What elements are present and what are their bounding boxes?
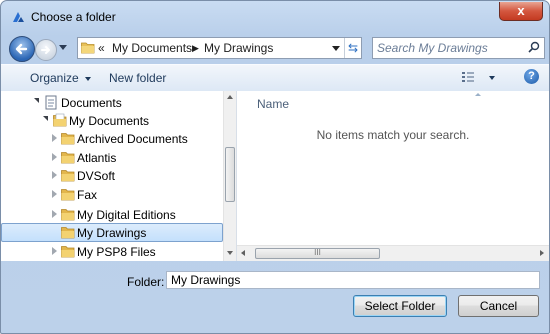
folder-icon (61, 189, 75, 201)
tree-item-fax[interactable]: Fax (1, 185, 223, 204)
folder-icon (61, 152, 75, 164)
search-box (372, 37, 545, 59)
help-button[interactable]: ? (524, 69, 539, 84)
forward-button[interactable] (35, 39, 57, 61)
sort-arrow-icon (475, 93, 481, 96)
tree-item-label: My Digital Editions (77, 208, 176, 222)
scroll-right-arrow-icon[interactable] (540, 250, 544, 256)
search-icon[interactable] (528, 41, 540, 53)
arrow-left-icon (15, 43, 28, 55)
expand-arrow-icon[interactable] (52, 190, 57, 198)
view-dropdown-arrow[interactable] (489, 76, 495, 80)
tree-item-label: DVSoft (77, 169, 116, 183)
folder-icon (61, 227, 75, 239)
empty-message: No items match your search. (316, 128, 470, 142)
folder-icon (61, 170, 75, 182)
scroll-up-arrow-icon[interactable] (227, 95, 233, 99)
folder-icon (61, 133, 75, 145)
search-input[interactable] (375, 39, 519, 57)
window-title: Choose a folder (31, 10, 116, 24)
chevron-down-icon (84, 76, 91, 81)
address-bar[interactable]: « My Documents ▶ My Drawings ⇆ (77, 37, 362, 59)
expand-arrow-icon[interactable] (52, 247, 57, 255)
close-button[interactable]: x (499, 2, 543, 21)
folder-icon (61, 246, 75, 258)
tree-item-documents[interactable]: Documents (1, 93, 223, 112)
tree-item-label: My PSP8 Files (77, 245, 156, 259)
tree-item-my-psp8-files[interactable]: My PSP8 Files (1, 242, 223, 261)
expand-arrow-icon[interactable] (43, 116, 48, 121)
expand-arrow-icon[interactable] (52, 134, 57, 142)
tree-item-label: My Documents (69, 114, 150, 128)
tree-item-my-documents[interactable]: My Documents (1, 111, 223, 130)
tree-item-atlantis[interactable]: Atlantis (1, 148, 223, 167)
column-header-name[interactable]: Name (257, 97, 289, 111)
organize-button[interactable]: Organize (30, 71, 91, 85)
tree-item-label: Archived Documents (77, 132, 188, 146)
navigation-pane: Documents My Documents Archived Document… (1, 91, 237, 261)
scrollbar-thumb[interactable] (225, 147, 235, 202)
folder-icon (53, 113, 67, 127)
scrollbar-grip: III (314, 248, 321, 257)
navigation-bar: « My Documents ▶ My Drawings ⇆ (1, 34, 549, 62)
expand-arrow-icon[interactable] (52, 153, 57, 161)
scrollbar-thumb[interactable]: III (255, 248, 380, 259)
arrow-right-icon (41, 46, 50, 54)
tree-item-label: Documents (61, 96, 122, 110)
address-dropdown-arrow[interactable] (332, 46, 340, 51)
tree-item-my-digital-editions[interactable]: My Digital Editions (1, 205, 223, 224)
cancel-button[interactable]: Cancel (458, 295, 539, 317)
dialog-window: Choose a folder x « My Documents ▶ My Dr… (0, 0, 550, 334)
view-options-icon[interactable] (461, 70, 475, 84)
expand-arrow-icon[interactable] (34, 98, 39, 103)
breadcrumb-my-drawings[interactable]: My Drawings (204, 41, 273, 55)
back-button[interactable] (9, 36, 35, 62)
tree-item-label: Atlantis (77, 151, 117, 165)
organize-label: Organize (30, 71, 79, 85)
title-bar[interactable]: Choose a folder x (1, 1, 549, 33)
scroll-down-arrow-icon[interactable] (227, 251, 233, 255)
expand-arrow-icon[interactable] (52, 210, 57, 218)
library-icon (45, 95, 57, 110)
folder-name-input[interactable] (166, 271, 540, 289)
breadcrumb-overflow[interactable]: « (98, 41, 105, 55)
folder-label: Folder: (127, 275, 165, 289)
file-list-scrollbar[interactable]: III (237, 245, 549, 261)
select-folder-button[interactable]: Select Folder (353, 295, 447, 317)
navigation-pane-scrollbar[interactable] (223, 91, 236, 261)
expand-arrow-icon[interactable] (52, 171, 57, 179)
breadcrumb-separator-icon[interactable]: ▶ (192, 43, 199, 54)
breadcrumb-my-documents[interactable]: My Documents (112, 41, 192, 55)
scroll-left-arrow-icon[interactable] (241, 250, 245, 256)
tree-item-dvsoft[interactable]: DVSoft (1, 166, 223, 185)
tree-item-my-drawings[interactable]: My Drawings (1, 223, 223, 242)
refresh-icon[interactable]: ⇆ (344, 38, 361, 58)
tree-item-label: Fax (77, 188, 98, 202)
file-list-pane: Name No items match your search. III (237, 91, 549, 261)
tree-item-label: My Drawings (77, 226, 147, 240)
app-icon (13, 12, 24, 22)
recent-locations-dropdown[interactable] (59, 45, 67, 50)
folder-icon (81, 42, 95, 54)
folder-icon (61, 209, 75, 221)
new-folder-button[interactable]: New folder (109, 71, 166, 85)
command-bar: Organize New folder ? (1, 64, 549, 92)
tree-item-archived-documents[interactable]: Archived Documents (1, 129, 223, 148)
